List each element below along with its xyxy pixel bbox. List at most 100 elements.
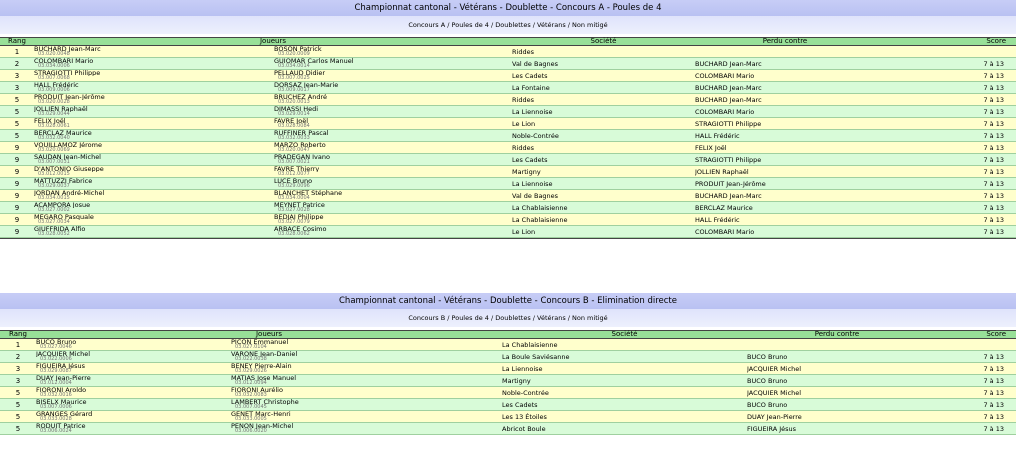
score-cell: 7 à 13 [875, 81, 1016, 94]
license-number: 03.027.0028 [278, 207, 310, 213]
score-cell: 7 à 13 [927, 422, 1016, 435]
column-header-lost-to: Perdu contre [695, 37, 875, 46]
license-number: 03.027.0002 [38, 207, 70, 213]
table-row: 3 DUAY Jean-Pierre 03.012.0004 MATIAS Jose … [0, 374, 1016, 387]
license-number: 03.012.0015 [38, 171, 70, 177]
license-number: 03.007.0006 [40, 404, 72, 410]
lost-to-cell: COLOMBARI Mario [695, 69, 875, 82]
column-header-rank: Rang [0, 330, 36, 339]
column-header-players: Joueurs [36, 330, 502, 339]
rank-cell: 1 [0, 338, 36, 351]
lost-to-cell: BUCHARD Jean-Marc [695, 57, 875, 70]
lost-to-cell: JACQUIER Michel [747, 386, 927, 399]
player-1-cell: JOLLIEN Raphaël 03.029.0044 [34, 105, 274, 118]
society-cell: La Fontaine [512, 81, 695, 94]
rank-cell: 9 [0, 177, 34, 190]
score-cell: 7 à 13 [875, 165, 1016, 178]
rank-cell: 5 [0, 129, 34, 142]
lost-to-cell: COLOMBARI Mario [695, 225, 875, 238]
society-cell: Les Cadets [502, 398, 747, 411]
license-number: 03.020.0028 [38, 99, 70, 105]
rank-cell: 5 [0, 105, 34, 118]
lost-to-cell: COLOMBARI Mario [695, 105, 875, 118]
player-2-cell: MEYNET Patrice 03.027.0028 [274, 201, 512, 214]
license-number: 03.032.0033 [278, 135, 310, 141]
player-2-cell: PICON Emmanuel 03.027.0104 [231, 338, 502, 351]
license-number: 03.022.0038 [235, 356, 267, 362]
table-row: 5 BERCLAZ Maurice 03.032.0040 RUFFINER Pasc… [0, 129, 1016, 142]
license-number: 03.007.0045 [235, 404, 267, 410]
society-cell: Val de Bagnes [512, 189, 695, 202]
player-2-cell: FAVRE Joël 03.028.0084 [274, 117, 512, 130]
score-cell: 7 à 13 [875, 153, 1016, 166]
rank-cell: 5 [0, 398, 36, 411]
society-cell: Le Lion [512, 225, 695, 238]
rank-cell: 9 [0, 225, 34, 238]
player-2-cell: GENET Marc-Henri 03.033.0005 [231, 410, 502, 423]
contest-a-section: Championnat cantonal - Vétérans - Double… [0, 0, 1016, 239]
player-2-cell: PENON Jean-Michel 03.006.0020 [231, 422, 502, 435]
license-number: 03.027.0034 [38, 219, 70, 225]
license-number: 03.006.0020 [235, 428, 267, 434]
player-1-cell: RODUIT Patrice 03.006.0024 [36, 422, 231, 435]
society-cell: Martigny [512, 165, 695, 178]
table-row: 5 RODUIT Patrice 03.006.0024 PENON Jean-Mic… [0, 422, 1016, 435]
license-number: 03.009.0006 [38, 87, 70, 93]
table-row: 5 FIORONI Aroldo 03.032.0016 FIORONI Auréli… [0, 386, 1016, 399]
player-1-cell: GRANGES Gérard 03.033.0028 [36, 410, 231, 423]
contest-title: Championnat cantonal - Vétérans - Double… [0, 293, 1016, 309]
player-2-cell: LUCE Bruno 03.029.0096 [274, 177, 512, 190]
rank-cell: 3 [0, 69, 34, 82]
license-number: 03.034.0014 [278, 63, 310, 69]
table-row: 5 GRANGES Gérard 03.033.0028 GENET Marc-Hen… [0, 410, 1016, 423]
player-1-cell: D'ANTONIO Giuseppe 03.012.0015 [34, 165, 274, 178]
license-number: 03.020.0013 [278, 99, 310, 105]
rank-cell: 5 [0, 93, 34, 106]
license-number: 03.028.0061 [38, 123, 70, 129]
society-cell: Riddes [512, 45, 695, 58]
rank-cell: 1 [0, 45, 34, 58]
license-number: 03.027.0079 [278, 219, 310, 225]
score-cell: 7 à 13 [927, 362, 1016, 375]
rank-cell: 5 [0, 386, 36, 399]
license-number: 03.033.0028 [40, 416, 72, 422]
society-cell: La Liennoise [512, 177, 695, 190]
score-cell: 7 à 13 [927, 410, 1016, 423]
player-1-cell: BERCLAZ Maurice 03.032.0040 [34, 129, 274, 142]
player-2-cell: PELLAUD Didier 03.007.0025 [274, 69, 512, 82]
lost-to-cell: BERCLAZ Maurice [695, 201, 875, 214]
lost-to-cell: JACQUIER Michel [747, 362, 927, 375]
player-2-cell: BLANCHET Stéphane 03.034.0004 [274, 189, 512, 202]
table-row: 5 BISELX Maurice 03.007.0006 LAMBERT Christ… [0, 398, 1016, 411]
player-2-cell: FIORONI Aurélio 03.032.0083 [231, 386, 502, 399]
lost-to-cell: BUCHARD Jean-Marc [695, 189, 875, 202]
score-cell: 7 à 13 [927, 386, 1016, 399]
player-1-cell: BISELX Maurice 03.007.0006 [36, 398, 231, 411]
license-number: 03.032.0016 [40, 392, 72, 398]
player-1-cell: HALL Frédéric 03.009.0006 [34, 81, 274, 94]
column-header-rank: Rang [0, 37, 34, 46]
score-cell: 7 à 13 [875, 225, 1016, 238]
license-number: 03.012.0077 [278, 171, 310, 177]
license-number: 03.012.0004 [40, 380, 72, 386]
column-header-score: Score [927, 330, 1016, 339]
lost-to-cell: STRAGIOTTI Philippe [695, 153, 875, 166]
license-number: 03.029.0014 [278, 111, 310, 117]
license-number: 03.007.0031 [38, 159, 70, 165]
table-row: 9 D'ANTONIO Giuseppe 03.012.0015 FAVRE Thie… [0, 165, 1016, 178]
table-row: 2 JACQUIER Michel 03.022.0006 VARONE Jean-D… [0, 350, 1016, 363]
lost-to-cell: BUCO Bruno [747, 374, 927, 387]
license-number: 03.033.0005 [235, 416, 267, 422]
lost-to-cell: JOLLIEN Raphaël [695, 165, 875, 178]
license-number: 03.020.0009 [278, 51, 310, 57]
player-2-cell: MARZO Roberto 03.020.0047 [274, 141, 512, 154]
player-2-cell: BOSON Patrick 03.020.0009 [274, 45, 512, 58]
player-1-cell: COLOMBARI Mario 03.034.0006 [34, 57, 274, 70]
rank-cell: 9 [0, 141, 34, 154]
score-cell: 7 à 13 [927, 374, 1016, 387]
rank-cell: 5 [0, 422, 36, 435]
lost-to-cell: FIGUEIRA Jésus [747, 422, 927, 435]
table-row: 5 FELIX Joël 03.028.0061 FAVRE Joël 03.028.0… [0, 117, 1016, 130]
table-row: 9 ACAMPORA Josue 03.027.0002 MEYNET Patrice… [0, 201, 1016, 214]
table-row: 9 JORDAN André-Michel 03.034.0015 BLANCHET … [0, 189, 1016, 202]
